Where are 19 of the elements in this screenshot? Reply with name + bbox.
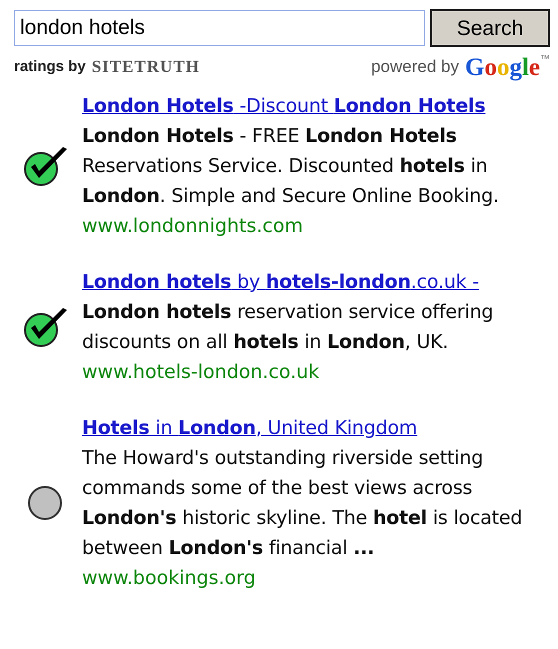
- google-logo: Google: [464, 54, 540, 80]
- sitetruth-logo: SITETRUTH: [92, 56, 200, 78]
- result-url: www.londonnights.com: [82, 214, 303, 239]
- result-snippet: The Howard's outstanding riverside setting commands some of the best views across London's historic skyline. The hotel is located between London's financial ...: [82, 446, 524, 561]
- result-title-link[interactable]: London hotels by hotels-london.co.uk -: [82, 267, 479, 297]
- result-title-link[interactable]: London Hotels -Discount London Hotels: [82, 91, 486, 121]
- search-field[interactable]: london hotels: [14, 10, 425, 46]
- ratings-by-label: ratings by: [14, 56, 86, 77]
- result-url: www.bookings.org: [82, 566, 256, 591]
- trademark-mark: ™: [540, 54, 550, 64]
- powered-by-label: powered by: [371, 56, 459, 78]
- check-circle-icon: [21, 145, 69, 187]
- empty-circle-icon: [27, 485, 63, 521]
- result-snippet: London hotels reservation service offering discounts on all hotels in London, UK.: [82, 300, 494, 355]
- search-button[interactable]: Search: [430, 9, 550, 47]
- result-url: www.hotels-london.co.uk: [82, 360, 320, 385]
- result-snippet: London Hotels - FREE London Hotels Reservations Service. Discounted hotels in London. Simple and Secure Online Booking.: [82, 124, 500, 209]
- check-circle-icon: [21, 306, 69, 348]
- result-title-link[interactable]: Hotels in London, United Kingdom: [82, 413, 418, 443]
